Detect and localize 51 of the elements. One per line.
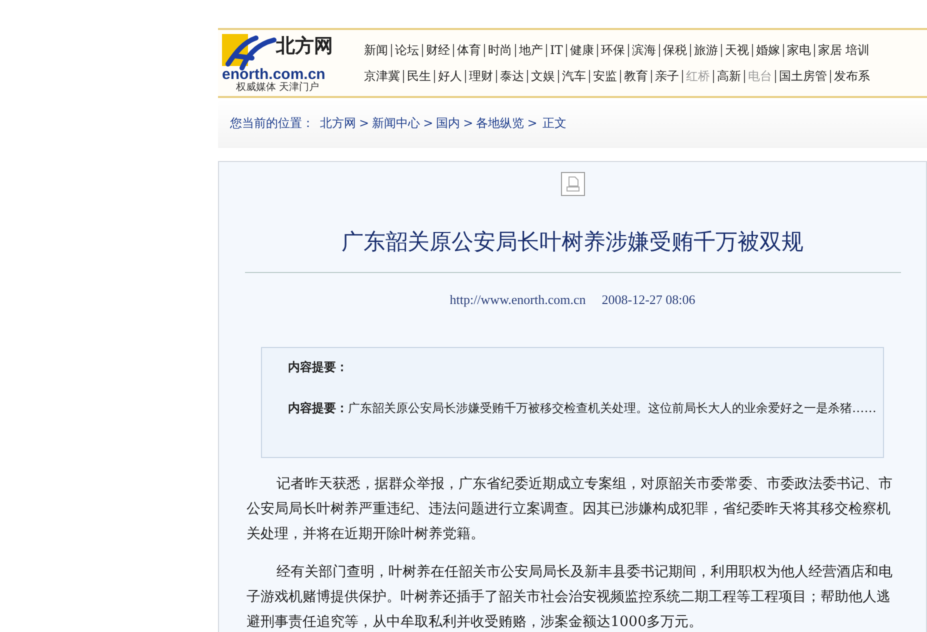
nav-link[interactable]: 家电 bbox=[786, 42, 811, 58]
logo-domain: enorth.com.cn bbox=[222, 67, 326, 82]
nav-link[interactable]: 婚嫁 bbox=[756, 42, 780, 58]
article-paragraph: 经有关部门查明，叶树养在任韶关市公安局局长及新丰县委书记期间，利用职权为他人经营酒店和电子游戏机赌博提供保护。叶树养还插手了韶关市社会治安视频监控系统二期工程等工程项目；帮助他人逃避刑事责任追究等，从中牟取私利并收受贿赂，涉案金额达1000多万元。 bbox=[246, 562, 894, 632]
article-title: 广东韶关原公安局长叶树养涉嫌受贿千万被双规 bbox=[342, 229, 804, 257]
nav-link[interactable]: 天视 bbox=[724, 42, 749, 58]
breadcrumb-link[interactable]: 新闻中心 bbox=[372, 114, 420, 132]
nav-link[interactable]: 理财 bbox=[469, 68, 493, 84]
nav-link[interactable]: 财经 bbox=[426, 42, 450, 58]
nav-link[interactable]: 体育 bbox=[457, 42, 481, 58]
article-date: 2008-12-27 08:06 bbox=[602, 291, 696, 309]
nav-link[interactable]: 地产 bbox=[519, 42, 543, 58]
nav-link[interactable]: 好人 bbox=[438, 68, 462, 84]
breadcrumb-separator: > bbox=[463, 115, 474, 132]
nav-link[interactable]: 发布系 bbox=[834, 68, 870, 84]
nav-link[interactable]: 汽车 bbox=[562, 68, 586, 84]
summary-text: 内容提要：广东韶关原公安局长涉嫌受贿千万被移交检查机关处理。这位前局长大人的业余爱好之一是杀猪…… bbox=[287, 400, 878, 416]
breadcrumb-current: 正文 bbox=[541, 115, 566, 132]
breadcrumb-link[interactable]: 各地纵览 bbox=[476, 114, 524, 132]
article-source: http://www.enorth.com.cn bbox=[450, 291, 586, 309]
site-logo[interactable]: 北方网 enorth.com.cn 权威媒体 天津门户 bbox=[218, 31, 354, 95]
nav-link[interactable]: 国土房管 bbox=[779, 68, 827, 84]
nav-link[interactable]: 旅游 bbox=[694, 42, 718, 58]
nav-link[interactable]: 论坛 bbox=[395, 42, 419, 58]
nav-link[interactable]: 文娱 bbox=[531, 68, 555, 84]
logo-name: 北方网 bbox=[276, 37, 333, 56]
image-placeholder-icon bbox=[560, 172, 584, 196]
nav-link[interactable]: 教育 bbox=[624, 68, 648, 84]
breadcrumb-separator: > bbox=[527, 115, 538, 132]
logo-slogan: 权威媒体 天津门户 bbox=[236, 83, 320, 93]
nav-link[interactable]: 高新 bbox=[717, 68, 741, 84]
nav-link[interactable]: IT bbox=[550, 42, 563, 58]
nav-link[interactable]: 健康 bbox=[570, 42, 594, 58]
breadcrumb-label: 您当前的位置： bbox=[230, 115, 314, 132]
nav-link[interactable]: 家居 培训 bbox=[818, 42, 870, 58]
breadcrumb-separator: > bbox=[359, 115, 370, 132]
nav-link[interactable]: 京津冀 bbox=[364, 68, 400, 84]
breadcrumb-link[interactable]: 北方网 bbox=[320, 114, 356, 132]
summary-heading: 内容提要： bbox=[287, 358, 349, 376]
nav-link[interactable]: 民生 bbox=[407, 68, 431, 84]
nav-link[interactable]: 亲子 bbox=[655, 68, 679, 84]
nav-link[interactable]: 环保 bbox=[600, 42, 625, 58]
nav-link[interactable]: 泰达 bbox=[500, 68, 524, 84]
nav-link[interactable]: 新闻 bbox=[364, 42, 388, 58]
nav-link[interactable]: 时尚 bbox=[488, 42, 512, 58]
nav-link[interactable]: 保税 bbox=[662, 42, 687, 58]
article-paragraph: 记者昨天获悉，据群众举报，广东省纪委近期成立专案组，对原韶关市委常委、市委政法委书记、市公安局局长叶树养严重违纪、违法问题进行立案调查。因其已涉嫌构成犯罪，省纪委昨天将其移交检察机关处理，并将在近期开除叶树养党籍。 bbox=[246, 474, 894, 544]
breadcrumb-link[interactable]: 国内 bbox=[436, 114, 460, 132]
nav-link[interactable]: 滨海 bbox=[632, 42, 656, 58]
breadcrumb-separator: > bbox=[423, 115, 434, 132]
nav-link[interactable]: 安监 bbox=[593, 68, 617, 84]
